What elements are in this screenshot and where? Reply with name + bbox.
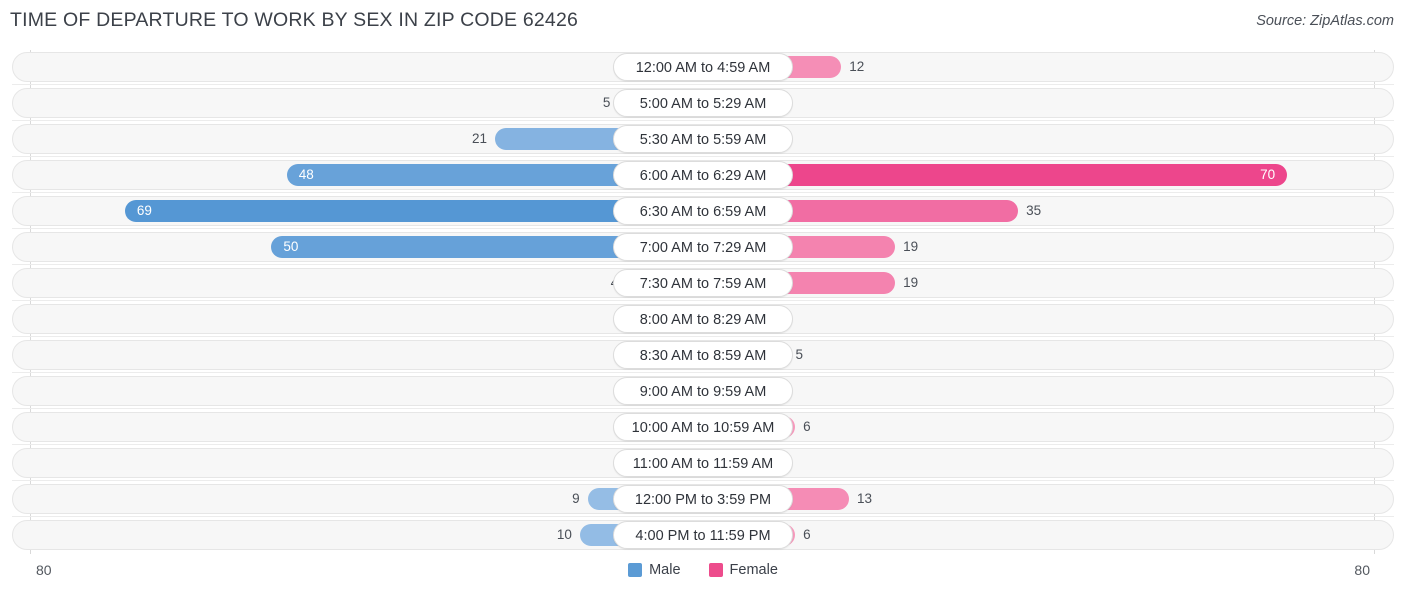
chart-row[interactable]: 505:00 AM to 5:29 AM <box>12 88 1394 118</box>
bar-value-male: 4 <box>574 272 619 294</box>
legend-swatch-icon <box>708 563 723 577</box>
chart-row[interactable]: 3610:00 AM to 10:59 AM <box>12 412 1394 442</box>
category-label: 6:00 AM to 6:29 AM <box>613 161 793 189</box>
bar-value-female: 5 <box>795 347 803 362</box>
chart-row[interactable]: 1011:00 AM to 11:59 AM <box>12 448 1394 478</box>
row-separator <box>12 120 1394 121</box>
category-label: 12:00 AM to 4:59 AM <box>613 53 793 81</box>
bar-value-female: 12 <box>849 59 865 74</box>
legend-swatch-icon <box>628 563 643 577</box>
category-label: 10:00 AM to 10:59 AM <box>613 413 793 441</box>
bar-value-male: 9 <box>572 491 580 506</box>
bar-value-female: 6 <box>803 419 811 434</box>
row-separator <box>12 156 1394 157</box>
chart-legend: Male Female <box>0 562 1406 578</box>
category-label: 7:00 AM to 7:29 AM <box>613 233 793 261</box>
bar-value-female: 13 <box>856 491 872 506</box>
category-label: 11:00 AM to 11:59 AM <box>613 449 793 477</box>
row-separator <box>12 300 1394 301</box>
plot-area: 11212:00 AM to 4:59 AM505:00 AM to 5:29 … <box>0 50 1406 554</box>
row-separator <box>12 264 1394 265</box>
bar-value-female: 6 <box>803 527 811 542</box>
row-separator <box>12 444 1394 445</box>
source-attribution: Source: ZipAtlas.com <box>1256 13 1394 29</box>
bar-value-female: 19 <box>903 275 919 290</box>
chart-header: TIME OF DEPARTURE TO WORK BY SEX IN ZIP … <box>0 0 1406 44</box>
chart-row[interactable]: 058:30 AM to 8:59 AM <box>12 340 1394 370</box>
bar-value-male: 10 <box>556 527 572 542</box>
chart-row[interactable]: 10 6 4:00 PM to 11:59 PM <box>12 520 1394 550</box>
bar-value-male: 21 <box>472 131 488 146</box>
chart-row[interactable]: 9 13 12:00 PM to 3:59 PM <box>12 484 1394 514</box>
bar-value-male: 69 <box>136 203 152 218</box>
category-label: 5:30 AM to 5:59 AM <box>613 125 793 153</box>
chart-row[interactable]: 11212:00 AM to 4:59 AM <box>12 52 1394 82</box>
legend-label: Male <box>649 562 681 578</box>
row-separator <box>12 480 1394 481</box>
bar-value-female: 35 <box>1026 203 1042 218</box>
chart-row[interactable]: 038:00 AM to 8:29 AM <box>12 304 1394 334</box>
page-title: TIME OF DEPARTURE TO WORK BY SEX IN ZIP … <box>10 9 579 31</box>
legend-item-female[interactable]: Female <box>708 562 778 578</box>
bar-value-female: 19 <box>903 239 919 254</box>
chart-footer: 80 80 Male Female <box>0 554 1406 594</box>
row-separator <box>12 84 1394 85</box>
chart-row[interactable]: 4 19 7:30 AM to 7:59 AM <box>12 268 1394 298</box>
chart-row[interactable]: 48 70 6:00 AM to 6:29 AM <box>12 160 1394 190</box>
row-separator <box>12 192 1394 193</box>
row-separator <box>12 228 1394 229</box>
category-label: 12:00 PM to 3:59 PM <box>613 485 793 513</box>
category-label: 5:00 AM to 5:29 AM <box>613 89 793 117</box>
category-label: 6:30 AM to 6:59 AM <box>613 197 793 225</box>
category-label: 9:00 AM to 9:59 AM <box>613 377 793 405</box>
row-separator <box>12 372 1394 373</box>
row-separator <box>12 336 1394 337</box>
bar-value-male: 50 <box>283 239 299 254</box>
bar-value-male: 48 <box>298 167 314 182</box>
row-separator <box>12 408 1394 409</box>
category-label: 8:30 AM to 8:59 AM <box>613 341 793 369</box>
chart-row[interactable]: 2115:30 AM to 5:59 AM <box>12 124 1394 154</box>
chart-row[interactable]: 69 35 6:30 AM to 6:59 AM <box>12 196 1394 226</box>
chart-row[interactable]: 009:00 AM to 9:59 AM <box>12 376 1394 406</box>
category-label: 8:00 AM to 8:29 AM <box>613 305 793 333</box>
row-separator <box>12 516 1394 517</box>
category-label: 7:30 AM to 7:59 AM <box>613 269 793 297</box>
legend-label: Female <box>729 562 778 578</box>
bar-value-male: 5 <box>602 95 611 110</box>
legend-item-male[interactable]: Male <box>628 562 681 578</box>
bar-value-female: 70 <box>1260 167 1276 182</box>
chart-row[interactable]: 50 19 7:00 AM to 7:29 AM <box>12 232 1394 262</box>
chart-container: TIME OF DEPARTURE TO WORK BY SEX IN ZIP … <box>0 0 1406 594</box>
category-label: 4:00 PM to 11:59 PM <box>613 521 793 549</box>
